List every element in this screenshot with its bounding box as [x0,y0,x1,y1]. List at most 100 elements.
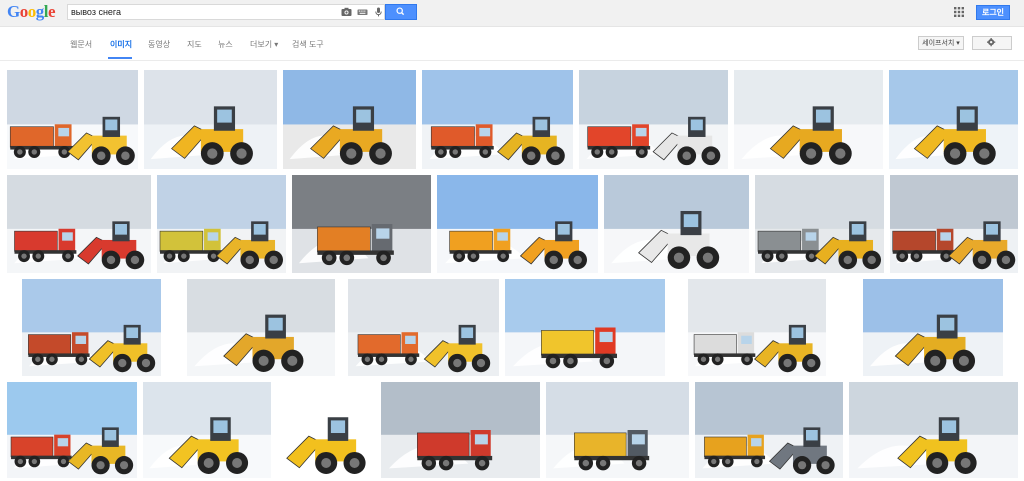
thumbnail-image [348,279,499,376]
google-logo[interactable]: Google [7,2,56,22]
image-result[interactable] [755,175,884,273]
wheel-hub [236,148,247,159]
wheel-hub [349,458,360,468]
truck-window [57,438,69,447]
image-result[interactable] [157,175,286,273]
wheel-hub [979,148,990,159]
image-result[interactable] [7,382,137,478]
wheel-hub [682,151,691,161]
apps-grid-icon[interactable] [954,7,964,17]
thumbnail-image [734,70,883,169]
tab-search-tools[interactable]: 검색 도구 [292,39,324,50]
truck-dump-body [693,334,737,355]
thumbnail-image [381,382,540,478]
image-result[interactable] [277,382,375,478]
image-result[interactable] [437,175,598,273]
wheel-hub [119,461,129,470]
image-result[interactable] [7,70,138,169]
truck-window [207,232,219,241]
tab-videos[interactable]: 동영상 [148,39,170,50]
image-result[interactable] [143,382,271,478]
wheel-hub [725,458,731,465]
truck-dump-body [757,230,802,252]
loader-window [806,430,818,441]
truck-window [631,434,645,445]
wheel-hub [797,461,807,470]
image-result[interactable] [863,279,1003,376]
wheel-hub [321,458,332,468]
wheel-hub [1001,255,1011,265]
wheel-hub [258,355,269,366]
image-result[interactable] [604,175,749,273]
image-result[interactable] [381,382,540,478]
thumbnail-image [849,382,1018,478]
thumbnail-image [890,175,1018,273]
truck-window [62,232,73,241]
wheel-hub [21,253,27,259]
wheel-hub [805,148,817,159]
thumbnail-image [863,279,1003,376]
wheel-hub [96,151,106,161]
image-result[interactable] [7,175,151,273]
image-result[interactable] [505,279,665,376]
image-result[interactable] [187,279,335,376]
settings-button[interactable] [972,36,1012,50]
truck-dump-body [317,226,371,253]
wheel-hub [35,356,41,362]
wheel-hub [958,355,969,366]
image-result[interactable] [734,70,883,169]
thumbnail-image [546,382,689,478]
truck-window [405,335,416,344]
truck-window [805,232,817,241]
wheel-hub [932,458,943,468]
image-result[interactable] [422,70,573,169]
image-result[interactable] [849,382,1018,478]
truck-window [376,228,390,239]
wheel-hub [913,253,920,259]
wheel-hub [764,253,771,259]
camera-icon[interactable] [341,7,352,17]
image-result[interactable] [579,70,728,169]
image-result[interactable] [348,279,499,376]
microphone-icon[interactable] [373,7,384,17]
wheel-hub [478,459,486,467]
wheel-hub [899,253,905,259]
wheel-hub [380,254,387,262]
image-result[interactable] [889,70,1018,169]
image-result[interactable] [688,279,826,376]
truck-dump-body [357,334,401,355]
wheel-hub [203,458,214,468]
wheel-hub [549,255,558,265]
wheel-hub [608,149,615,155]
search-box[interactable] [67,4,385,20]
wheel-hub [949,148,961,159]
image-result[interactable] [22,279,161,376]
wheel-hub [61,149,68,155]
image-result[interactable] [890,175,1018,273]
login-button[interactable]: 로그인 [976,5,1010,20]
tab-images[interactable]: 이미지 [110,39,132,50]
safesearch-button[interactable]: 세이프서치 ▾ [918,36,964,50]
wheel-hub [17,149,23,155]
loader-window [126,327,139,339]
loader-window [461,327,474,339]
truck-dump-body [449,230,493,252]
tab-more[interactable]: 더보기 ▾ [250,39,278,50]
loader-window [791,327,804,339]
search-button[interactable] [385,4,417,20]
thumbnail-image [292,175,431,273]
image-result[interactable] [546,382,689,478]
search-input[interactable] [71,6,331,18]
wheel-hub [783,358,792,368]
tab-maps[interactable]: 지도 [187,39,202,50]
keyboard-icon[interactable] [357,7,368,17]
loader-window [268,317,283,331]
image-result[interactable] [144,70,277,169]
image-result[interactable] [695,382,843,478]
tab-web[interactable]: 웹문서 [70,39,92,50]
tab-news[interactable]: 뉴스 [218,39,233,50]
image-result[interactable] [283,70,416,169]
loader-window [330,420,346,434]
wheel-hub [166,253,173,259]
image-result[interactable] [292,175,431,273]
